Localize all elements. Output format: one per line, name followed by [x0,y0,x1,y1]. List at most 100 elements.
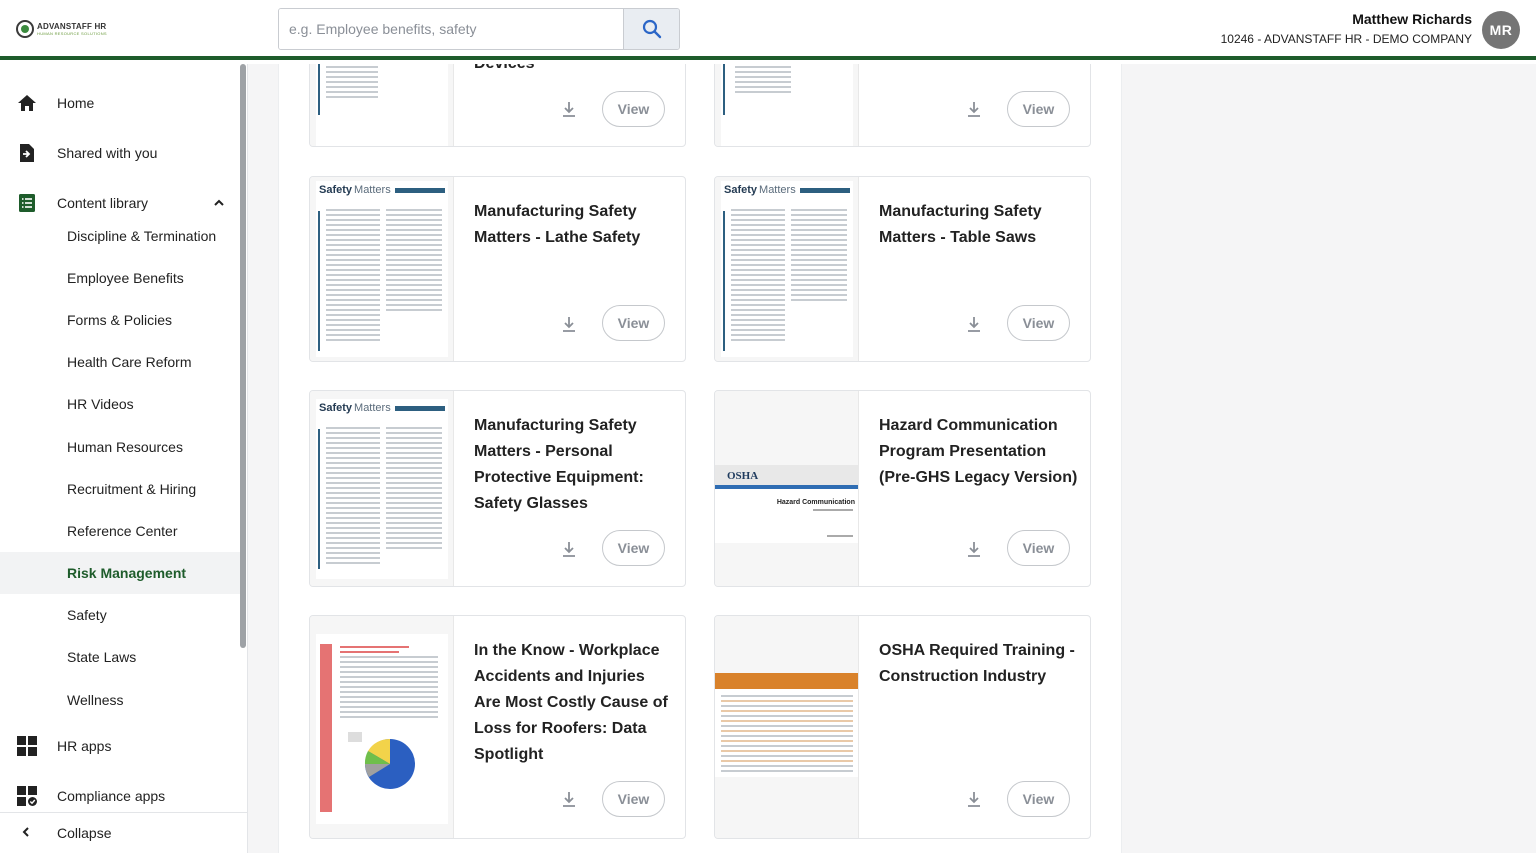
sidebar-item-shared[interactable]: Shared with you [0,128,240,178]
sidebar-item-label: Shared with you [57,145,158,161]
download-icon [563,792,575,807]
thumb-brand-word: Matters [354,184,391,196]
avatar[interactable]: MR [1482,10,1520,49]
user-name: Matthew Richards [1352,11,1472,27]
thumb-brand: Safety [724,184,758,196]
document-card: Devices View [309,64,686,147]
card-title[interactable]: In the Know - Workplace Accidents and In… [474,638,674,768]
sidebar-subitem-label: Health Care Reform [67,354,192,370]
download-button[interactable] [963,313,985,335]
document-thumbnail[interactable] [310,64,454,146]
logo-subtext: HUMAN RESOURCE SOLUTIONS [37,30,107,36]
user-menu[interactable]: Matthew Richards 10246 - ADVANSTAFF HR -… [1221,10,1520,49]
thumb-brand: Safety [319,184,353,196]
view-button[interactable]: View [602,530,665,566]
sidebar-item-home[interactable]: Home [0,78,240,128]
collapse-label: Collapse [57,825,112,841]
search-input[interactable] [279,9,623,49]
sidebar-subitem-risk-management[interactable]: Risk Management [0,552,240,594]
logo-mark-icon [16,20,34,38]
thumb-brand-word: Matters [354,402,391,414]
download-button[interactable] [558,98,580,120]
sidebar-subitem-human-resources[interactable]: Human Resources [0,426,240,468]
document-thumbnail[interactable]: Safety Matters [310,177,454,361]
document-thumbnail[interactable]: OSHA Hazard Communication [715,391,859,586]
download-button[interactable] [558,788,580,810]
view-button[interactable]: View [602,781,665,817]
sidebar-subitem-discipline[interactable]: Discipline & Termination [0,215,240,257]
sidebar-subitem-label: Recruitment & Hiring [67,481,197,497]
document-thumbnail[interactable]: Safety Matters [715,177,859,361]
view-button[interactable]: View [602,305,665,341]
view-button[interactable]: View [1007,91,1070,127]
sidebar-item-hr-apps[interactable]: HR apps [0,722,240,770]
sidebar-subitem-label: Human Resources [67,439,183,455]
sidebar-subitem-label: Forms & Policies [67,312,173,328]
sidebar-scrollbar[interactable] [240,64,246,648]
download-icon [563,102,575,117]
sidebar-subitem-label: Risk Management [67,565,187,581]
sidebar-subitem-safety[interactable]: Safety [0,594,240,636]
logo-text: ADVANSTAFF HR [37,21,107,31]
view-button[interactable]: View [1007,305,1070,341]
sidebar-subitem-employee-benefits[interactable]: Employee Benefits [0,257,240,299]
company-logo[interactable]: ADVANSTAFF HR HUMAN RESOURCE SOLUTIONS [16,20,107,38]
card-title[interactable]: Devices [474,64,674,77]
download-icon [968,317,980,332]
download-icon [968,102,980,117]
card-title[interactable]: Hazard Communication Program Presentatio… [879,413,1079,491]
collapse-button[interactable]: Collapse [0,812,247,853]
sidebar-subitem-label: State Laws [67,649,137,665]
search-icon [642,19,661,39]
sidebar: Home Shared with you Content library Dis… [0,64,248,853]
view-button[interactable]: View [1007,530,1070,566]
view-button[interactable]: View [602,91,665,127]
search-bar [278,8,680,50]
company-name: 10246 - ADVANSTAFF HR - DEMO COMPANY [1220,32,1472,46]
sidebar-subitem-label: Reference Center [67,523,178,539]
sidebar-subitem-label: Employee Benefits [67,270,184,286]
document-thumbnail[interactable] [715,616,859,838]
document-card: In the Know - Workplace Accidents and In… [309,615,686,839]
download-button[interactable] [963,788,985,810]
card-title[interactable]: Manufacturing Safety Matters - Table Saw… [879,199,1079,251]
sidebar-item-label: Compliance apps [57,788,166,804]
download-button[interactable] [963,538,985,560]
sidebar-subitem-health-care-reform[interactable]: Health Care Reform [0,341,240,383]
document-thumbnail[interactable] [715,64,859,146]
pie-chart-illustration [348,732,415,789]
list-icon [17,193,37,213]
card-title[interactable]: Manufacturing Safety Matters - Personal … [474,413,674,517]
sidebar-subitem-recruitment-hiring[interactable]: Recruitment & Hiring [0,468,240,510]
main-content: Devices View View [248,64,1536,853]
download-button[interactable] [558,313,580,335]
apps-grid-icon [17,736,37,756]
download-icon [563,542,575,557]
view-button[interactable]: View [1007,781,1070,817]
top-header: ADVANSTAFF HR HUMAN RESOURCE SOLUTIONS M… [0,0,1536,60]
document-thumbnail[interactable]: Safety Matters [310,391,454,586]
sidebar-subitem-hr-videos[interactable]: HR Videos [0,383,240,425]
chevron-up-icon[interactable] [212,196,226,213]
sidebar-subitem-forms-policies[interactable]: Forms & Policies [0,299,240,341]
presentation-slide-thumbnail: OSHA Hazard Communication [715,465,858,543]
download-button[interactable] [558,538,580,560]
content-panel: Devices View View [278,64,1122,853]
sidebar-subitem-wellness[interactable]: Wellness [0,679,240,721]
sidebar-item-label: Content library [57,195,149,211]
download-button[interactable] [963,98,985,120]
sidebar-subitem-state-laws[interactable]: State Laws [0,636,240,678]
document-thumbnail[interactable] [310,616,454,838]
thumb-brand: Safety [319,402,353,414]
card-title[interactable]: Manufacturing Safety Matters - Lathe Saf… [474,199,674,251]
sidebar-subitem-reference-center[interactable]: Reference Center [0,510,240,552]
document-card: OSHA Required Training - Construction In… [714,615,1091,839]
document-card: Safety Matters Manufacturing Safety Matte… [714,176,1091,362]
search-button[interactable] [623,9,679,49]
download-icon [968,542,980,557]
card-title[interactable]: OSHA Required Training - Construction In… [879,638,1079,690]
document-card: Safety Matters Manufacturing Safety Matte… [309,176,686,362]
sidebar-item-label: Home [57,95,95,111]
document-card: View [714,64,1091,147]
shared-document-icon [17,143,37,163]
